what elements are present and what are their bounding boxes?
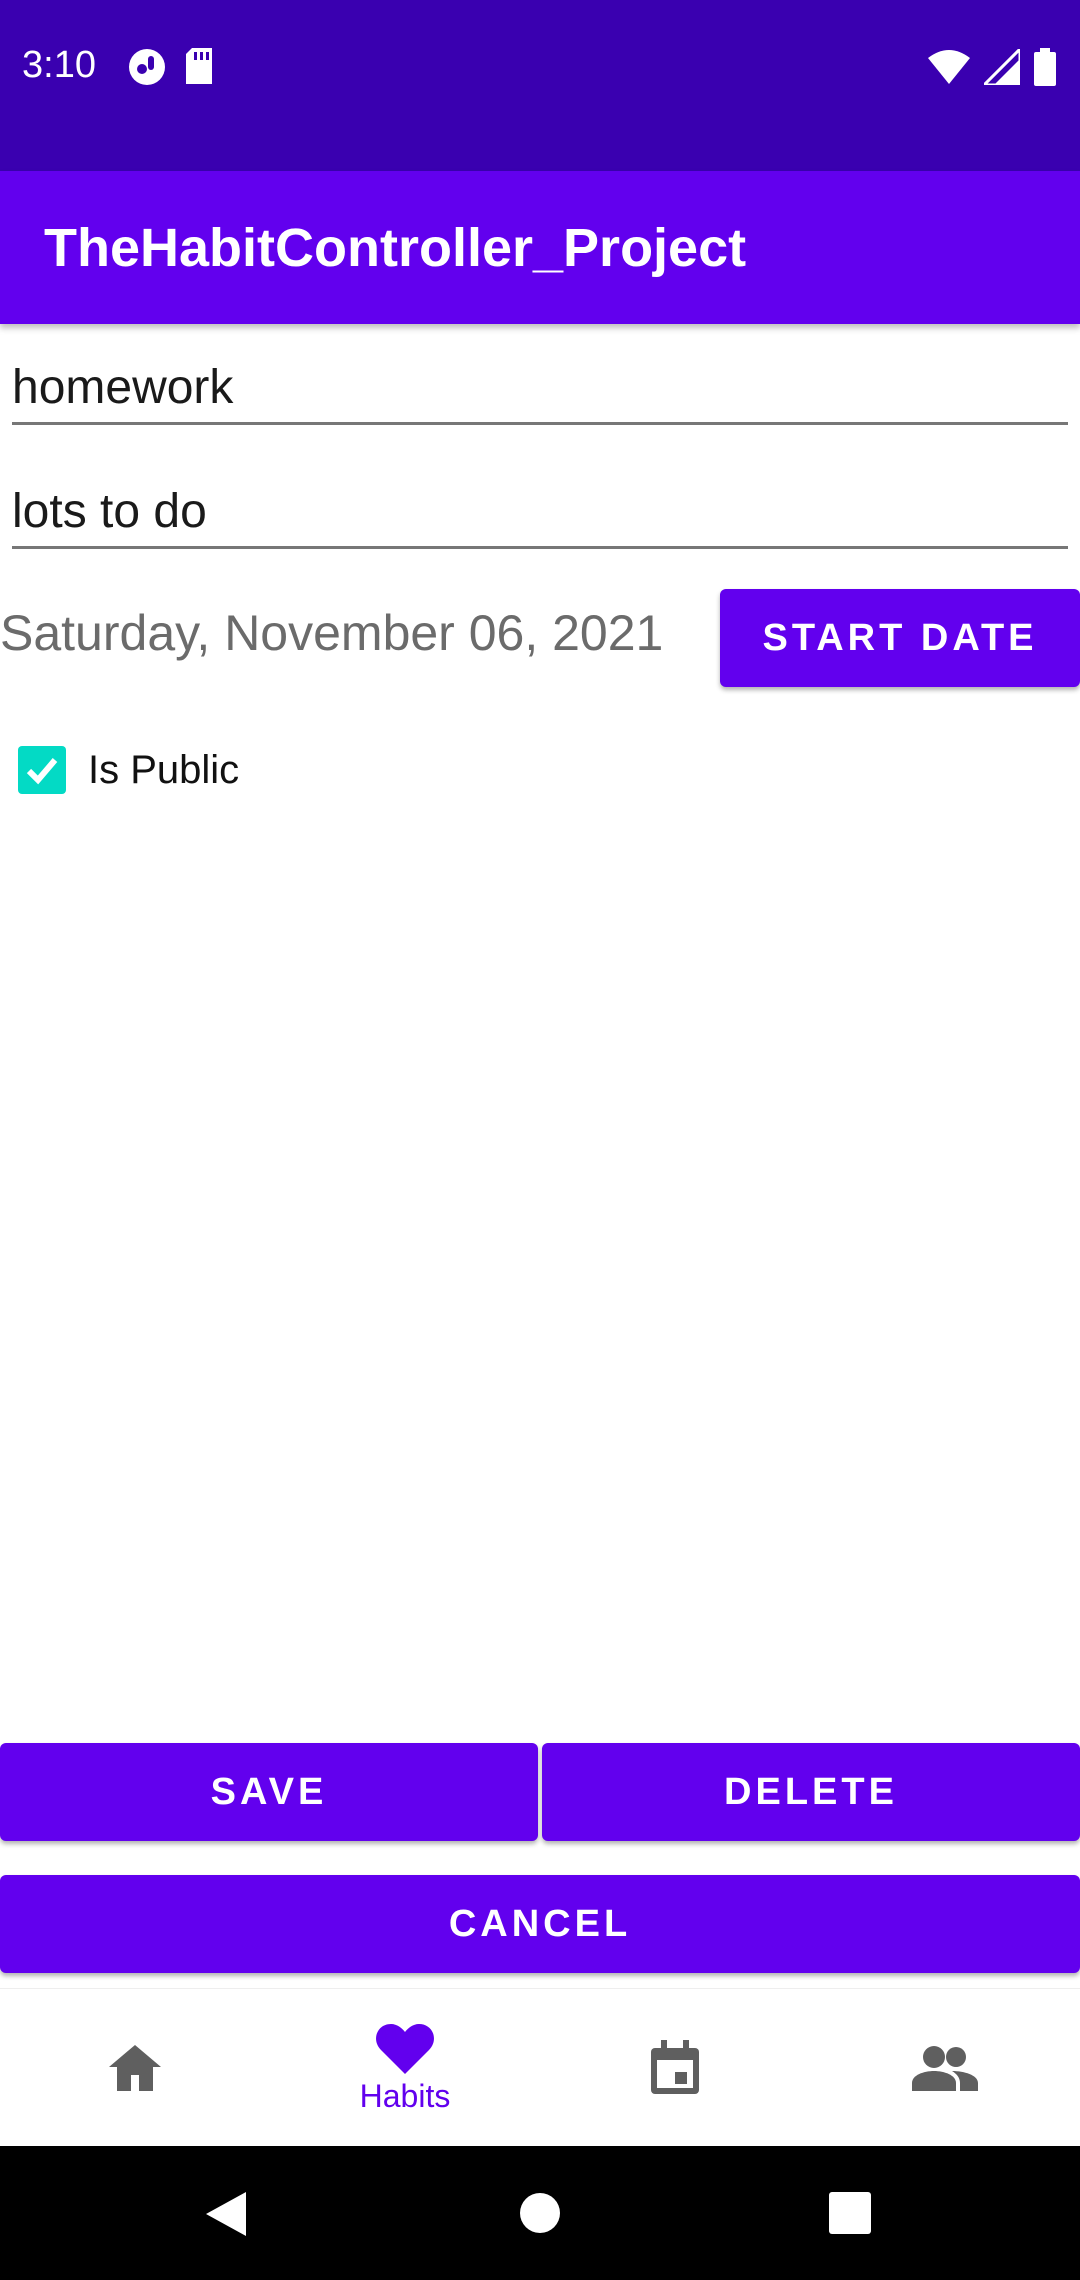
- app-title: TheHabitController_Project: [44, 218, 747, 278]
- start-date-text: Saturday, November 06, 2021: [0, 605, 664, 661]
- calendar-icon: [651, 2040, 699, 2094]
- habit-title-input[interactable]: [12, 352, 1068, 422]
- bottom-navigation: Habits: [0, 1988, 1080, 2147]
- heart-icon: [376, 2023, 434, 2074]
- nav-item-home[interactable]: [0, 1989, 270, 2147]
- is-public-label: Is Public: [88, 748, 240, 792]
- nav-item-calendar[interactable]: [540, 1989, 810, 2147]
- nav-label-habits: Habits: [359, 2077, 451, 2114]
- system-navigation-bar: [0, 2146, 1080, 2280]
- app-bar: TheHabitController_Project: [0, 171, 1080, 324]
- nav-item-friends[interactable]: [810, 1989, 1080, 2147]
- habit-title-field[interactable]: [12, 352, 1068, 425]
- habit-reason-field[interactable]: [12, 476, 1068, 549]
- back-icon[interactable]: [204, 2190, 248, 2238]
- people-icon: [912, 2046, 978, 2091]
- signal-icon: [980, 45, 1022, 90]
- status-time: 3:10: [22, 44, 96, 86]
- is-public-checkbox[interactable]: [18, 746, 66, 794]
- home-circle-icon[interactable]: [519, 2192, 561, 2234]
- habit-reason-input[interactable]: [12, 476, 1068, 546]
- home-icon: [109, 2045, 161, 2091]
- save-button[interactable]: SAVE: [0, 1743, 538, 1841]
- delete-button[interactable]: DELETE: [542, 1743, 1080, 1841]
- battery-icon: [1034, 48, 1056, 91]
- app-notification-icon: [128, 48, 166, 91]
- wifi-icon: [928, 50, 970, 89]
- cancel-button[interactable]: CANCEL: [0, 1875, 1080, 1973]
- nav-item-habits[interactable]: Habits: [270, 1989, 540, 2147]
- check-icon: [26, 758, 58, 785]
- recents-icon[interactable]: [829, 2192, 871, 2234]
- status-bar: 3:10: [0, 0, 1080, 171]
- start-date-button[interactable]: START DATE: [720, 589, 1080, 687]
- sd-card-icon: [184, 48, 214, 91]
